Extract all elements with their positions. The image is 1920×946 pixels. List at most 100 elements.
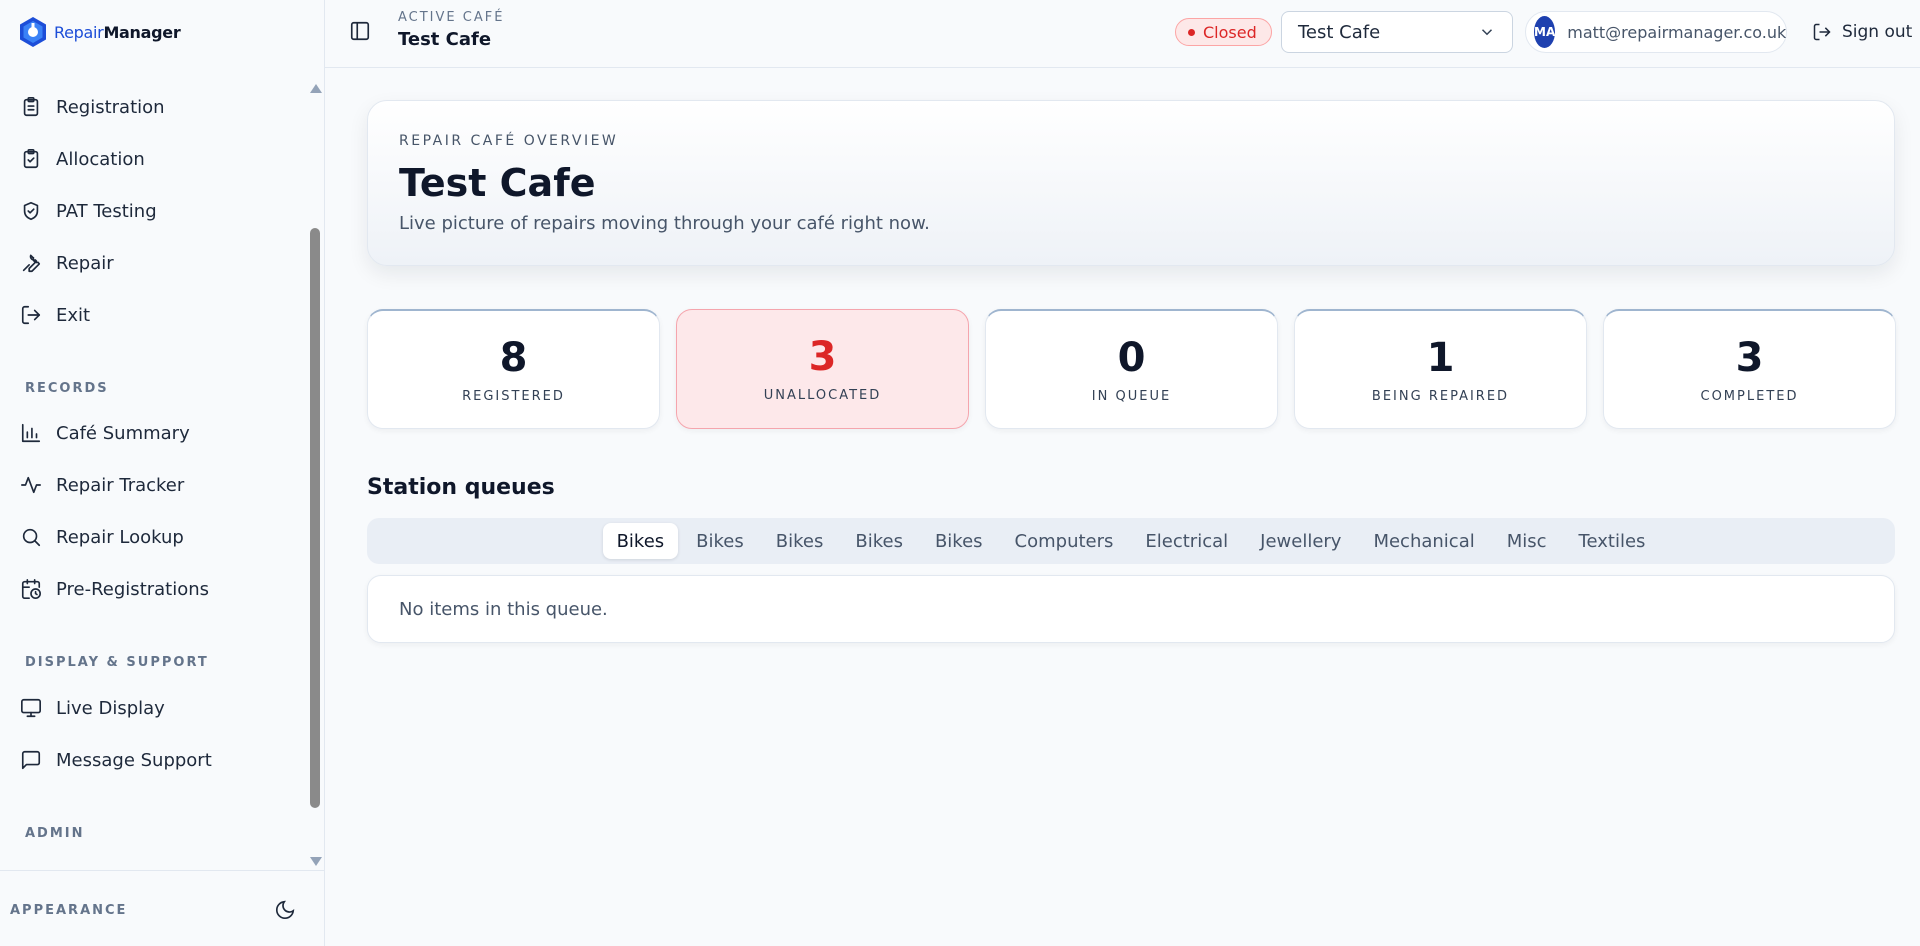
sidebar-item-label: Message Support	[56, 749, 212, 771]
sign-out-button[interactable]: Sign out	[1812, 18, 1912, 46]
sidebar-item-registration[interactable]: Registration	[20, 90, 290, 124]
avatar: MA	[1534, 16, 1556, 48]
sidebar-item-pat-testing[interactable]: PAT Testing	[20, 194, 290, 228]
tab-bikes[interactable]: Bikes	[921, 523, 997, 559]
overview-card: REPAIR CAFÉ OVERVIEW Test Cafe Live pict…	[367, 100, 1895, 266]
stat-value: 1	[1426, 335, 1455, 381]
sidebar-item-label: Exit	[56, 304, 91, 326]
overview-subtitle: Live picture of repairs moving through y…	[399, 213, 930, 234]
moon-icon	[275, 900, 295, 920]
tab-textiles[interactable]: Textiles	[1565, 523, 1660, 559]
stat-card-unallocated[interactable]: 3 UNALLOCATED	[676, 309, 969, 429]
sidebar-item-repair-lookup[interactable]: Repair Lookup	[20, 520, 290, 554]
activity-icon	[21, 476, 41, 494]
scrollbar-thumb[interactable]	[310, 228, 320, 808]
stat-card-being-repaired[interactable]: 1 BEING REPAIRED	[1294, 309, 1587, 429]
sidebar-item-exit[interactable]: Exit	[20, 298, 290, 332]
sidebar-item-pre-registrations[interactable]: Pre-Registrations	[20, 572, 290, 606]
shield-check-icon	[23, 201, 39, 221]
sidebar-item-label: Allocation	[56, 148, 145, 170]
sidebar-item-label: Pre-Registrations	[56, 578, 210, 600]
user-email: matt@repairmanager.co.uk	[1567, 22, 1787, 42]
brand-logo-link[interactable]: RepairManager	[16, 12, 181, 52]
clipboard-list-icon	[23, 97, 39, 117]
sign-out-label: Sign out	[1842, 22, 1913, 42]
repair-manager-logo-icon	[20, 17, 46, 47]
section-heading-records: RECORDS	[25, 381, 109, 396]
appearance-section: APPEARANCE	[0, 870, 325, 946]
status-text: Closed	[1203, 22, 1257, 42]
theme-toggle-button[interactable]	[274, 899, 298, 923]
station-queue-tabs: Bikes Bikes Bikes Bikes Bikes Computers …	[367, 518, 1895, 564]
scroll-down-arrow-icon[interactable]	[310, 857, 322, 866]
appearance-label: APPEARANCE	[10, 903, 128, 918]
monitor-icon	[21, 698, 41, 718]
queue-empty-message: No items in this queue.	[399, 599, 608, 620]
sidebar-item-label: Live Display	[56, 697, 165, 719]
sidebar-item-allocation[interactable]: Allocation	[20, 142, 290, 176]
sidebar-item-repair-tracker[interactable]: Repair Tracker	[20, 468, 290, 502]
calendar-clock-icon	[21, 579, 41, 599]
section-heading-admin: ADMIN	[25, 826, 85, 841]
cafe-select-value: Test Cafe	[1298, 21, 1381, 43]
status-badge: Closed	[1175, 18, 1272, 46]
tab-bikes[interactable]: Bikes	[602, 523, 679, 559]
overview-eyebrow: REPAIR CAFÉ OVERVIEW	[399, 133, 619, 149]
stat-label: IN QUEUE	[1091, 389, 1172, 404]
queue-panel: No items in this queue.	[367, 575, 1895, 643]
sidebar-item-label: Repair Tracker	[56, 474, 185, 496]
sidebar-item-label: Café Summary	[56, 422, 190, 444]
section-heading-display-support: DISPLAY & SUPPORT	[25, 655, 209, 670]
page-title: Test Cafe	[399, 161, 596, 205]
tab-bikes[interactable]: Bikes	[841, 523, 917, 559]
log-out-icon	[21, 305, 41, 325]
stat-card-completed[interactable]: 3 COMPLETED	[1603, 309, 1896, 429]
sidebar-toggle-button[interactable]	[349, 20, 373, 44]
clipboard-check-icon	[23, 149, 39, 169]
sidebar-item-message-support[interactable]: Message Support	[20, 743, 290, 777]
tab-mechanical[interactable]: Mechanical	[1359, 523, 1488, 559]
scroll-up-arrow-icon[interactable]	[310, 84, 322, 93]
sidebar-item-label: PAT Testing	[56, 200, 157, 222]
stat-label: BEING REPAIRED	[1371, 389, 1510, 404]
station-queues-heading: Station queues	[367, 475, 555, 500]
stat-card-registered[interactable]: 8 REGISTERED	[367, 309, 660, 429]
chevron-down-icon	[1481, 29, 1493, 36]
tab-bikes[interactable]: Bikes	[682, 523, 758, 559]
tab-bikes[interactable]: Bikes	[762, 523, 838, 559]
sidebar: RepairManager Registration Allocation PA…	[0, 0, 325, 946]
stat-value: 3	[808, 334, 837, 380]
sidebar-nav: Registration Allocation PAT Testing Repa…	[0, 80, 305, 870]
status-dot-icon	[1188, 28, 1195, 36]
tab-electrical[interactable]: Electrical	[1131, 523, 1242, 559]
top-bar: ACTIVE CAFÉ Test Cafe Closed Test Cafe M…	[325, 0, 1920, 68]
stat-card-in-queue[interactable]: 0 IN QUEUE	[985, 309, 1278, 429]
cafe-select[interactable]: Test Cafe	[1281, 11, 1513, 53]
stat-value: 8	[499, 335, 528, 381]
brand-name: RepairManager	[54, 22, 181, 42]
tab-computers[interactable]: Computers	[1001, 523, 1128, 559]
sidebar-item-label: Repair Lookup	[56, 526, 184, 548]
active-cafe-name: Test Cafe	[398, 29, 492, 50]
stat-label: UNALLOCATED	[763, 388, 882, 403]
log-out-icon	[1813, 23, 1831, 41]
brand-name-part2: Manager	[103, 22, 181, 42]
message-square-icon	[21, 750, 41, 770]
sidebar-item-cafe-summary[interactable]: Café Summary	[20, 416, 290, 450]
tab-jewellery[interactable]: Jewellery	[1246, 523, 1355, 559]
sidebar-item-label: Repair	[56, 252, 114, 274]
sidebar-item-label: Registration	[56, 96, 165, 118]
stat-label: REGISTERED	[462, 389, 565, 404]
tab-misc[interactable]: Misc	[1493, 523, 1561, 559]
sidebar-scrollbar[interactable]	[305, 80, 325, 870]
wrench-icon	[22, 254, 41, 273]
stat-value: 0	[1117, 335, 1146, 381]
brand-name-part1: Repair	[54, 22, 104, 42]
user-menu[interactable]: MA matt@repairmanager.co.uk	[1525, 11, 1787, 53]
sidebar-item-live-display[interactable]: Live Display	[20, 691, 290, 725]
panel-left-icon	[350, 21, 370, 41]
bar-chart-icon	[21, 423, 41, 443]
stat-label: COMPLETED	[1700, 389, 1799, 404]
sidebar-item-repair[interactable]: Repair	[20, 246, 290, 280]
stat-value: 3	[1735, 335, 1764, 381]
